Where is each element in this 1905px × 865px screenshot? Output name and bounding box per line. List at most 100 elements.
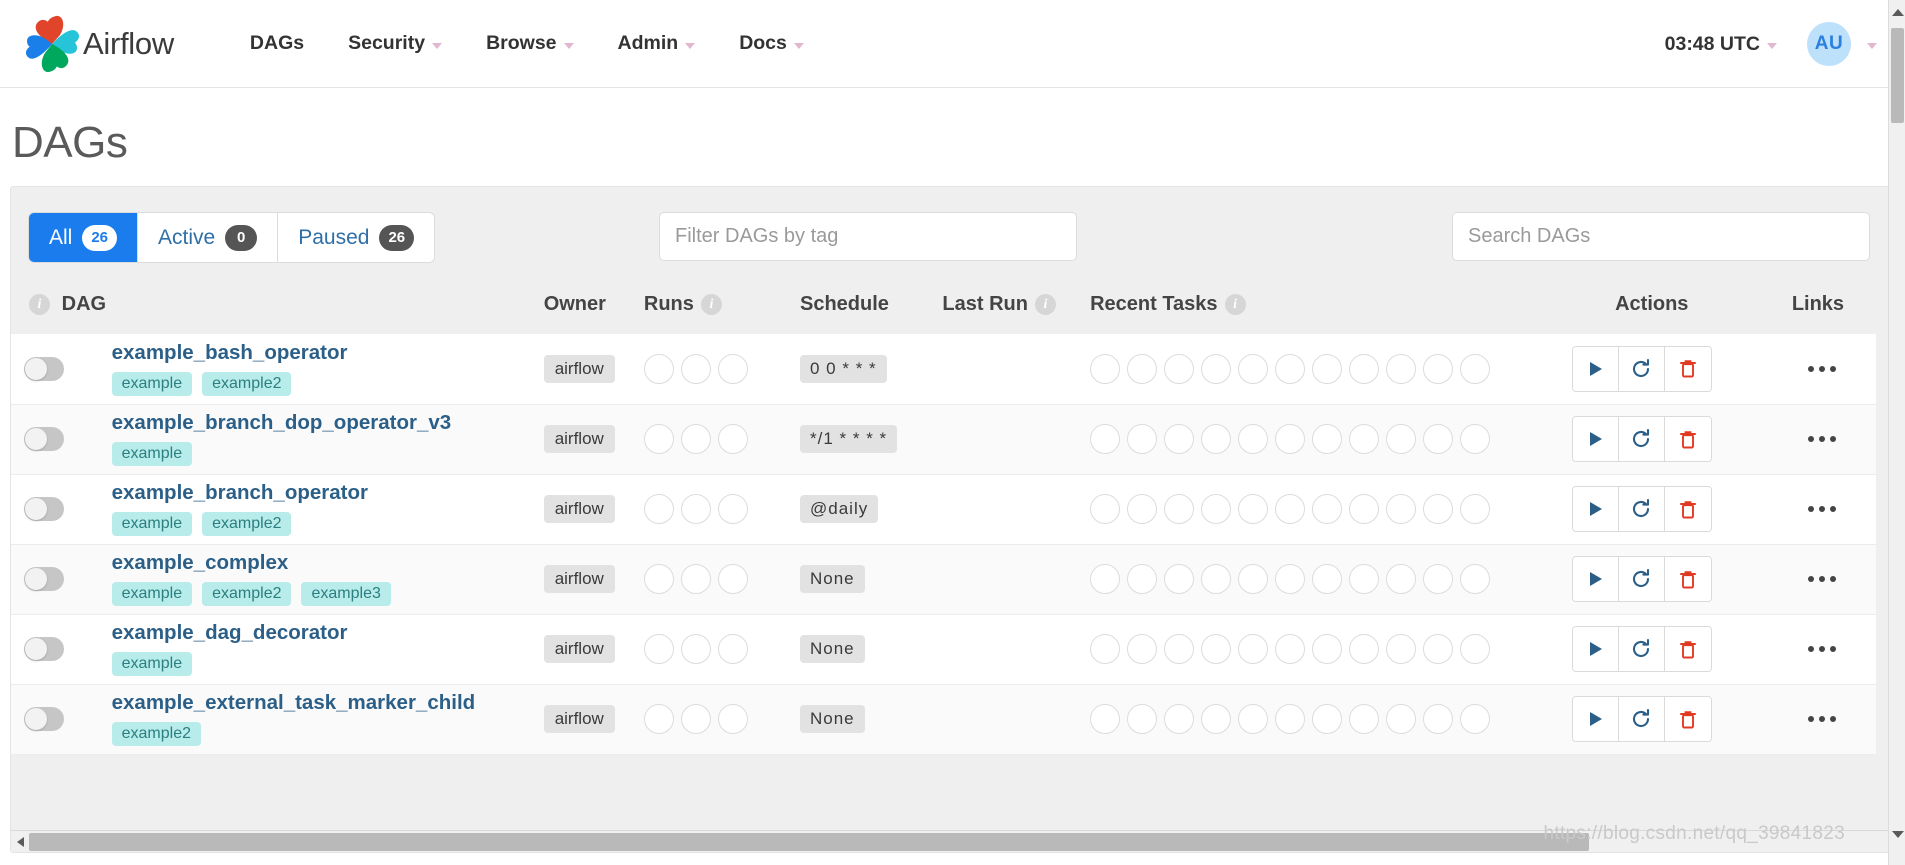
task-status-circle[interactable] [1090, 494, 1121, 524]
trigger-dag-play-icon[interactable] [1572, 627, 1619, 671]
task-status-circle[interactable] [1386, 424, 1417, 454]
info-icon[interactable]: i [29, 294, 50, 315]
pause-dag-toggle[interactable] [24, 427, 64, 451]
trigger-dag-play-icon[interactable] [1572, 557, 1619, 601]
delete-trash-icon[interactable] [1664, 697, 1711, 741]
tab-paused[interactable]: Paused 26 [278, 213, 435, 262]
task-status-circle[interactable] [1201, 634, 1232, 664]
task-status-circle[interactable] [1349, 494, 1380, 524]
hscroll-track[interactable] [29, 831, 1882, 853]
trigger-dag-play-icon[interactable] [1572, 417, 1619, 461]
dag-tag[interactable]: example2 [202, 511, 292, 536]
delete-trash-icon[interactable] [1664, 417, 1711, 461]
dag-tag[interactable]: example [111, 441, 193, 466]
dag-tag[interactable]: example [111, 511, 193, 536]
refresh-icon[interactable] [1618, 627, 1665, 671]
task-status-circle[interactable] [1127, 353, 1158, 384]
task-status-circle[interactable] [1164, 353, 1195, 384]
task-status-circle[interactable] [1201, 704, 1232, 734]
task-status-circle[interactable] [1423, 704, 1454, 734]
run-status-circle[interactable] [643, 564, 674, 594]
task-status-circle[interactable] [1460, 634, 1491, 664]
hscroll-thumb[interactable] [29, 832, 1589, 851]
dag-name-link[interactable]: example_dag_decorator [112, 622, 544, 645]
task-status-circle[interactable] [1127, 494, 1158, 524]
refresh-icon[interactable] [1618, 697, 1665, 741]
info-icon[interactable]: i [700, 294, 722, 315]
trigger-dag-play-icon[interactable] [1572, 346, 1619, 391]
task-status-circle[interactable] [1238, 353, 1269, 384]
task-status-circle[interactable] [1386, 353, 1417, 384]
tab-active[interactable]: Active 0 [138, 213, 279, 262]
task-status-circle[interactable] [1090, 634, 1121, 664]
run-status-circle[interactable] [643, 634, 674, 664]
scroll-up-arrow-icon[interactable] [1889, 4, 1905, 21]
task-status-circle[interactable] [1349, 564, 1380, 594]
task-status-circle[interactable] [1238, 424, 1269, 454]
run-status-circle[interactable] [680, 704, 711, 734]
task-status-circle[interactable] [1164, 704, 1195, 734]
dag-name-link[interactable]: example_branch_dop_operator_v3 [112, 412, 544, 435]
task-status-circle[interactable] [1275, 634, 1306, 664]
dag-tag[interactable]: example2 [111, 721, 201, 746]
task-status-circle[interactable] [1312, 634, 1343, 664]
run-status-circle[interactable] [680, 494, 711, 524]
task-status-circle[interactable] [1275, 353, 1306, 384]
ellipsis-icon[interactable] [1768, 436, 1876, 442]
run-status-circle[interactable] [717, 494, 748, 524]
run-status-circle[interactable] [643, 494, 674, 524]
info-icon[interactable]: i [1034, 294, 1056, 315]
dag-tag[interactable]: example [111, 371, 193, 396]
task-status-circle[interactable] [1423, 494, 1454, 524]
run-status-circle[interactable] [643, 704, 674, 734]
task-status-circle[interactable] [1238, 564, 1269, 594]
chevron-down-icon[interactable] [1867, 43, 1877, 49]
task-status-circle[interactable] [1423, 424, 1454, 454]
task-status-circle[interactable] [1349, 353, 1380, 384]
dag-tag[interactable]: example [111, 581, 193, 606]
pause-dag-toggle[interactable] [24, 637, 64, 661]
filter-dags-by-tag-input[interactable] [659, 212, 1077, 261]
task-status-circle[interactable] [1164, 564, 1195, 594]
run-status-circle[interactable] [680, 634, 711, 664]
trigger-dag-play-icon[interactable] [1572, 697, 1619, 741]
dag-name-link[interactable]: example_branch_operator [112, 482, 544, 505]
refresh-icon[interactable] [1618, 557, 1665, 601]
refresh-icon[interactable] [1618, 417, 1665, 461]
task-status-circle[interactable] [1312, 494, 1343, 524]
dag-tag[interactable]: example [111, 651, 193, 676]
run-status-circle[interactable] [717, 564, 748, 594]
run-status-circle[interactable] [717, 704, 748, 734]
task-status-circle[interactable] [1349, 424, 1380, 454]
task-status-circle[interactable] [1386, 634, 1417, 664]
dag-tag[interactable]: example2 [202, 371, 292, 396]
task-status-circle[interactable] [1275, 424, 1306, 454]
delete-trash-icon[interactable] [1664, 627, 1711, 671]
task-status-circle[interactable] [1090, 564, 1121, 594]
info-icon[interactable]: i [1224, 294, 1246, 315]
pause-dag-toggle[interactable] [24, 497, 64, 521]
refresh-icon[interactable] [1618, 487, 1665, 531]
task-status-circle[interactable] [1127, 704, 1158, 734]
th-dag[interactable]: DAG [61, 287, 544, 334]
ellipsis-icon[interactable] [1768, 716, 1876, 722]
ellipsis-icon[interactable] [1768, 646, 1876, 652]
scroll-left-arrow-icon[interactable] [11, 830, 29, 852]
task-status-circle[interactable] [1164, 494, 1195, 524]
task-status-circle[interactable] [1127, 634, 1158, 664]
run-status-circle[interactable] [643, 353, 674, 384]
task-status-circle[interactable] [1386, 494, 1417, 524]
task-status-circle[interactable] [1460, 353, 1491, 384]
horizontal-scrollbar[interactable] [11, 830, 1892, 853]
task-status-circle[interactable] [1423, 564, 1454, 594]
task-status-circle[interactable] [1349, 704, 1380, 734]
task-status-circle[interactable] [1090, 353, 1121, 384]
task-status-circle[interactable] [1386, 704, 1417, 734]
run-status-circle[interactable] [680, 424, 711, 454]
run-status-circle[interactable] [717, 353, 748, 384]
task-status-circle[interactable] [1460, 494, 1491, 524]
run-status-circle[interactable] [717, 424, 748, 454]
user-avatar[interactable]: AU [1807, 22, 1851, 66]
task-status-circle[interactable] [1238, 634, 1269, 664]
dag-tag[interactable]: example2 [202, 581, 292, 606]
